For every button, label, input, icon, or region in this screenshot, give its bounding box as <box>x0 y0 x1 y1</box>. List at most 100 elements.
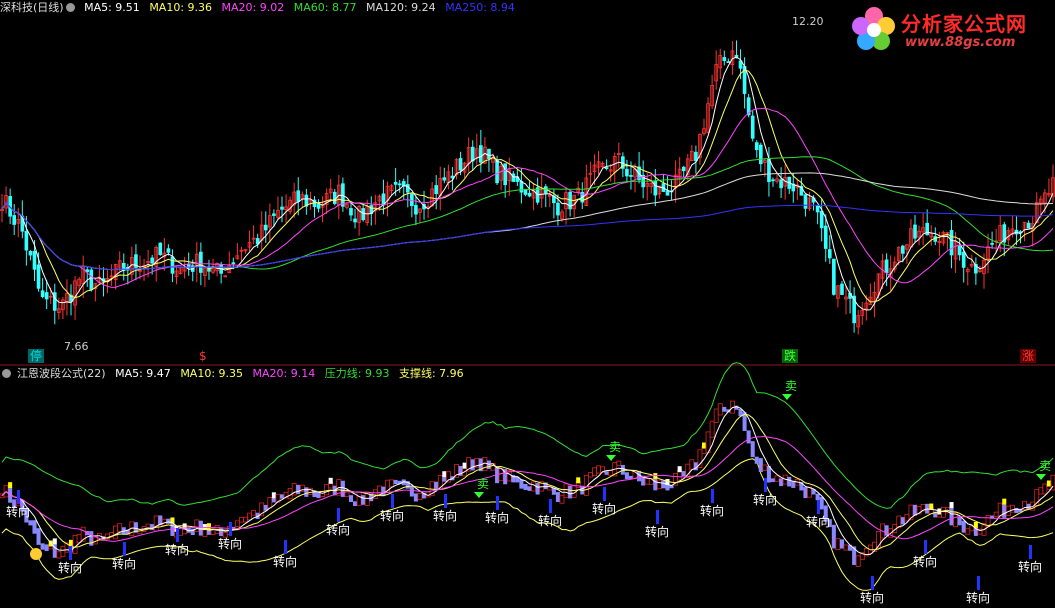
candle-body <box>653 180 658 196</box>
candle-body <box>901 245 905 254</box>
turn-bar <box>711 489 714 503</box>
step-highlight <box>8 482 13 489</box>
candle-body <box>961 251 966 268</box>
turn-bar <box>444 494 447 508</box>
step-block <box>316 492 321 499</box>
marker-stop: 停 <box>28 349 45 363</box>
candle-body <box>470 146 475 162</box>
stock-name[interactable]: 深科技(日线) <box>0 1 64 14</box>
step-block <box>442 477 447 482</box>
turn-bar <box>229 522 232 536</box>
step-block <box>815 493 820 501</box>
legend-ma20: MA20: 9.02 <box>221 1 285 14</box>
sell-signal: 卖 <box>785 379 797 393</box>
candle-body <box>949 230 954 256</box>
legend-ma10: MA10: 9.35 <box>180 367 244 380</box>
step-block <box>150 524 155 531</box>
turn-signal: 转向 <box>165 542 189 557</box>
legend-ma5: MA5: 9.47 <box>115 367 171 380</box>
candle-body <box>665 190 670 196</box>
step-highlight <box>1046 480 1051 487</box>
step-block <box>340 480 345 497</box>
logo-title: 分析家公式网 <box>901 12 1027 36</box>
turn-signal: 转向 <box>433 508 457 523</box>
step-block <box>555 492 560 503</box>
top-legend: 深科技(日线) MA5: 9.51 MA10: 9.36 MA20: 9.02 … <box>0 0 521 16</box>
candle-body <box>393 181 398 185</box>
turn-signal: 转向 <box>6 504 30 519</box>
candle-body <box>12 215 17 225</box>
gear-icon[interactable] <box>2 369 11 378</box>
turn-bar <box>284 540 287 554</box>
step-block <box>900 517 905 525</box>
step-block <box>604 471 609 475</box>
gear-icon[interactable] <box>65 3 75 12</box>
legend-ma250: MA250: 8.94 <box>445 1 515 14</box>
turn-signal: 转向 <box>700 503 724 518</box>
candle-body <box>750 115 755 139</box>
legend-ma20: MA20: 9.14 <box>252 367 316 380</box>
step-block <box>32 520 37 534</box>
turn-signal: 转向 <box>273 554 297 569</box>
turn-signal: 转向 <box>218 536 242 551</box>
turn-bar <box>549 499 552 513</box>
step-block <box>754 456 759 464</box>
candle-body <box>503 163 508 186</box>
step-block <box>787 476 792 487</box>
candle-body <box>40 290 45 297</box>
step-block <box>353 501 358 507</box>
candle-body <box>353 218 357 223</box>
low-price-label: 7.66 <box>64 340 89 353</box>
candle-body <box>442 177 447 181</box>
turn-bar <box>1029 545 1032 559</box>
candle-body <box>527 192 532 197</box>
candle-body <box>771 179 775 182</box>
candle-body <box>523 188 528 195</box>
turn-bar <box>656 510 659 524</box>
step-highlight <box>701 442 707 449</box>
candle-body <box>487 148 491 159</box>
candle-body <box>495 159 499 184</box>
turn-signal: 转向 <box>913 554 937 569</box>
candle-body <box>722 57 727 61</box>
candle-body <box>458 158 463 171</box>
step-block <box>722 406 727 412</box>
candle-body <box>479 145 483 163</box>
candle-body <box>150 257 154 264</box>
step-block <box>568 485 573 499</box>
step-block <box>624 472 629 480</box>
turn-signal: 转向 <box>966 590 990 605</box>
step-block <box>770 478 776 482</box>
sell-signal: 卖 <box>1039 459 1051 473</box>
step-highlight <box>677 466 682 473</box>
step-block <box>746 430 751 444</box>
candle-body <box>272 213 276 216</box>
step-highlight <box>442 471 447 478</box>
high-price-label: 12.20 <box>792 15 824 28</box>
candle-body <box>405 184 410 193</box>
candle-body <box>434 185 439 195</box>
candle-body <box>32 250 37 270</box>
indicator-name[interactable]: 江恩波段公式(22) <box>17 367 106 380</box>
legend-support: 支撑线: 7.96 <box>398 367 464 380</box>
step-block <box>819 496 824 510</box>
step-block <box>665 484 670 491</box>
step-block <box>779 478 784 487</box>
step-block <box>271 498 276 503</box>
stock-chart[interactable]: 转向转向 转向转向 转向转向转向转向 转向 转向 转向转向转向转向转向转向转向转向转向转向… <box>0 0 1055 608</box>
turn-signal: 转向 <box>326 522 350 537</box>
step-block <box>535 483 540 495</box>
step-highlight <box>271 492 276 499</box>
candle-body <box>840 283 844 295</box>
candle-body <box>231 262 236 265</box>
step-block <box>523 484 528 490</box>
step-block <box>470 459 475 471</box>
candle-body <box>832 258 836 295</box>
candle-body <box>316 203 321 209</box>
candle-body <box>625 168 629 177</box>
turn-signal: 转向 <box>753 492 777 507</box>
turn-signal: 转向 <box>806 514 830 529</box>
step-block <box>166 518 171 524</box>
turn-signal: 转向 <box>538 513 562 528</box>
step-block <box>839 539 844 549</box>
